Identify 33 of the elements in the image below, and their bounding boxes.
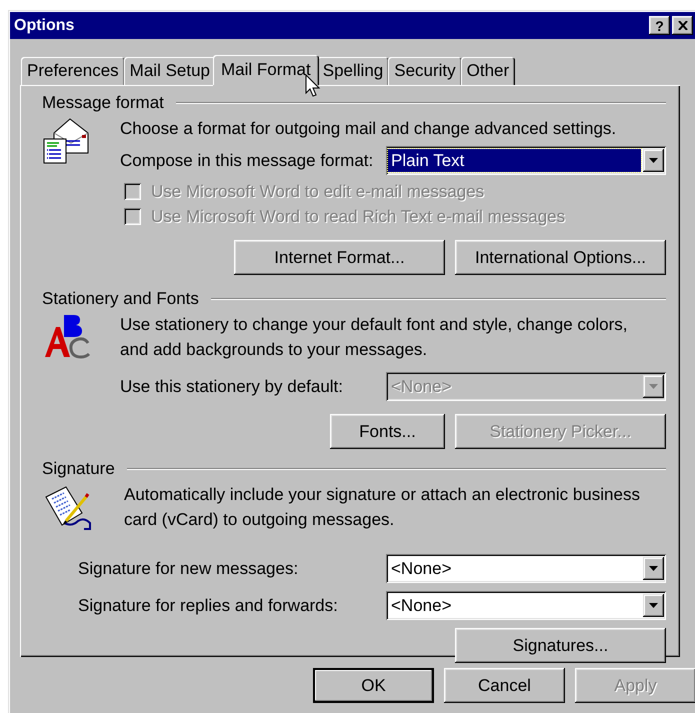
tab[interactable]: Spelling — [316, 57, 390, 85]
field-label: Signature for replies and forwards: — [78, 596, 338, 616]
stationery-button[interactable]: Fonts... — [330, 414, 445, 449]
description-text: Choose a format for outgoing mail and change advanced settings. — [120, 118, 618, 140]
tab[interactable]: Other — [460, 57, 516, 85]
dialog-button[interactable]: Cancel — [444, 668, 565, 703]
tab[interactable]: Mail Setup — [124, 57, 216, 85]
format-button[interactable]: Internet Format... — [234, 240, 445, 275]
close-icon[interactable] — [678, 21, 688, 30]
signature-dropdown[interactable]: <None> — [386, 554, 666, 583]
dialog-button[interactable]: OK — [313, 668, 434, 703]
mouse-pointer-icon — [305, 74, 321, 98]
group-heading: Message format — [42, 93, 164, 113]
tab[interactable]: Mail Format — [213, 55, 319, 87]
field-label: Compose in this message format: — [120, 150, 374, 170]
dropdown-arrow-icon[interactable] — [649, 603, 658, 608]
tab[interactable]: Preferences — [21, 57, 125, 85]
description-text: Automatically include your signature or attach an electronic business card (vCard) to outgoing messages. — [124, 484, 641, 531]
field-label: Signature for new messages: — [78, 558, 298, 578]
dropdown-arrow-icon[interactable] — [649, 566, 658, 571]
signature-dropdown[interactable]: <None> — [386, 591, 666, 620]
window-title: Options — [14, 16, 76, 34]
description-text: Use stationery to change your default font and style, change colors, and add backgrounds to your messages. — [120, 314, 628, 361]
close-button[interactable] — [672, 16, 693, 35]
format-dropdown[interactable]: Plain Text — [386, 146, 666, 175]
format-button[interactable]: International Options... — [455, 240, 666, 275]
group-heading: Stationery and Fonts — [42, 289, 199, 309]
dropdown-arrow-icon[interactable] — [649, 158, 658, 163]
signatures-button[interactable]: Signatures... — [455, 628, 666, 663]
field-label: Use this stationery by default: — [120, 376, 344, 396]
help-button[interactable]: ? — [649, 16, 670, 35]
tab[interactable]: Security — [388, 57, 462, 85]
group-heading: Signature — [42, 459, 115, 479]
